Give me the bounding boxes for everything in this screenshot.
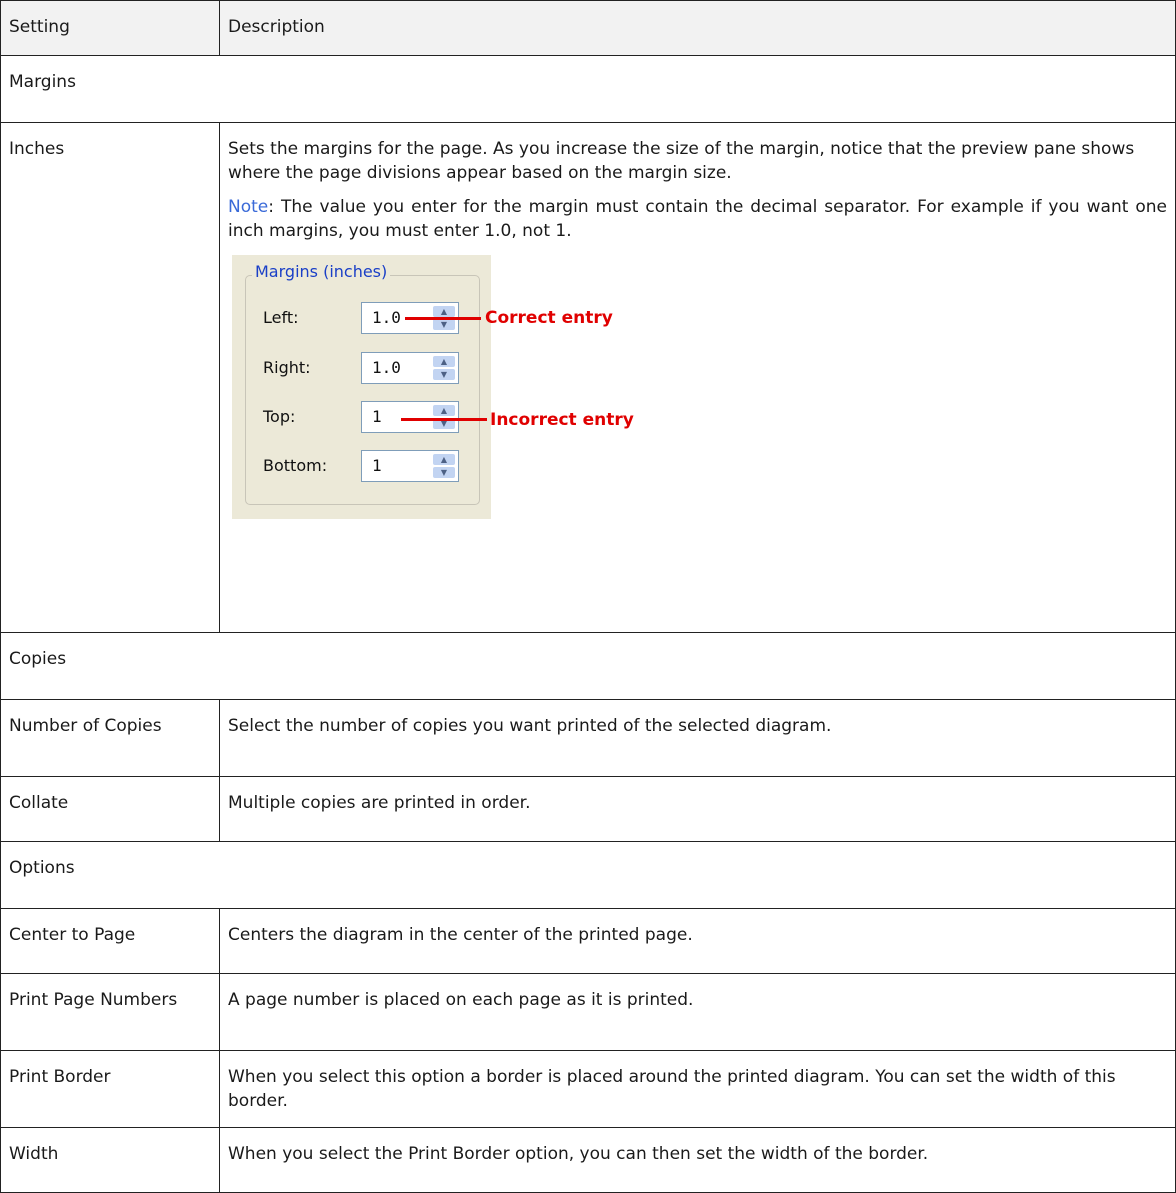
setting-cell: Print Border	[0, 1050, 220, 1128]
table-row: Number of Copies Select the number of co…	[0, 699, 1176, 777]
spin-up-icon[interactable]: ▲	[433, 356, 455, 367]
margins-dialog-figure: Margins (inches) Left: 1.0 ▲ ▼ Right: 1.0…	[228, 255, 828, 525]
right-label: Right:	[263, 358, 311, 377]
correct-leader-line	[451, 317, 481, 320]
groupbox-title: Margins (inches)	[252, 261, 391, 283]
setting-cell: Width	[0, 1127, 220, 1193]
description-cell: Multiple copies are printed in order.	[219, 776, 1176, 842]
spin-down-icon[interactable]: ▼	[433, 369, 455, 380]
section-options: Options	[0, 841, 1176, 909]
spin-down-icon[interactable]: ▼	[433, 319, 455, 330]
bottom-spinner[interactable]: ▲ ▼	[433, 454, 455, 478]
spin-up-icon[interactable]: ▲	[433, 454, 455, 465]
note-paragraph: Note: The value you enter for the margin…	[228, 195, 1167, 243]
dialog-panel: Margins (inches) Left: 1.0 ▲ ▼ Right: 1.0…	[232, 255, 491, 519]
bottom-margin-value: 1	[372, 456, 382, 475]
top-margin-input[interactable]: 1 ▲ ▼	[361, 401, 459, 433]
table-row: Width When you select the Print Border o…	[0, 1127, 1176, 1193]
section-row: Margins	[0, 55, 1176, 123]
table-row: Collate Multiple copies are printed in o…	[0, 776, 1176, 842]
bottom-margin-input[interactable]: 1 ▲ ▼	[361, 450, 459, 482]
header-description: Description	[219, 0, 1176, 56]
header-setting: Setting	[0, 0, 220, 56]
setting-cell: Inches	[0, 122, 220, 633]
section-copies: Copies	[0, 632, 1176, 700]
section-row: Copies	[0, 632, 1176, 700]
top-label: Top:	[263, 407, 296, 426]
description-cell: Sets the margins for the page. As you in…	[219, 122, 1176, 633]
incorrect-pointer-line	[401, 418, 487, 421]
top-spinner[interactable]: ▲ ▼	[433, 405, 455, 429]
section-row: Options	[0, 841, 1176, 909]
table-header-row: Setting Description	[0, 0, 1176, 56]
description-cell: When you select the Print Border option,…	[219, 1127, 1176, 1193]
top-margin-value: 1	[372, 407, 382, 426]
left-label: Left:	[263, 308, 299, 327]
inches-description: Sets the margins for the page. As you in…	[228, 139, 1135, 183]
setting-cell: Collate	[0, 776, 220, 842]
right-spinner[interactable]: ▲ ▼	[433, 356, 455, 380]
spin-down-icon[interactable]: ▼	[433, 467, 455, 478]
description-cell: A page number is placed on each page as …	[219, 973, 1176, 1051]
incorrect-entry-annotation: Incorrect entry	[490, 410, 634, 430]
note-label: Note	[228, 197, 269, 217]
correct-pointer-line	[405, 317, 453, 320]
table-row: Center to Page Centers the diagram in th…	[0, 908, 1176, 974]
setting-cell: Center to Page	[0, 908, 220, 974]
setting-cell: Print Page Numbers	[0, 973, 220, 1051]
description-cell: Select the number of copies you want pri…	[219, 699, 1176, 777]
setting-cell: Number of Copies	[0, 699, 220, 777]
spin-up-icon[interactable]: ▲	[433, 405, 455, 416]
note-text: : The value you enter for the margin mus…	[228, 197, 1167, 241]
right-margin-value: 1.0	[372, 358, 401, 377]
bottom-label: Bottom:	[263, 456, 328, 475]
table-row: Print Page Numbers A page number is plac…	[0, 973, 1176, 1051]
right-margin-input[interactable]: 1.0 ▲ ▼	[361, 352, 459, 384]
table-row: Print Border When you select this option…	[0, 1050, 1176, 1128]
description-cell: Centers the diagram in the center of the…	[219, 908, 1176, 974]
settings-table: Setting Description Margins Inches Sets …	[0, 0, 1176, 1193]
description-cell: When you select this option a border is …	[219, 1050, 1176, 1128]
table-row: Inches Sets the margins for the page. As…	[0, 122, 1176, 633]
section-margins: Margins	[0, 55, 1176, 123]
left-margin-value: 1.0	[372, 308, 401, 327]
spin-up-icon[interactable]: ▲	[433, 306, 455, 317]
correct-entry-annotation: Correct entry	[485, 308, 613, 328]
